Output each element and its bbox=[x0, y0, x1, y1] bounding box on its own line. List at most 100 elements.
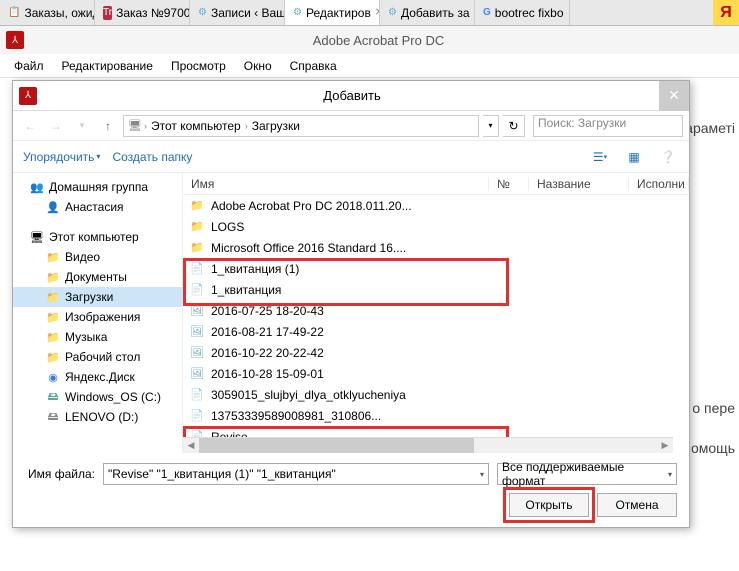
bg-text: о пере bbox=[692, 400, 735, 416]
file-browser-pane: 👥Домашняя группа 👤Анастасия 🖥Этот компью… bbox=[13, 173, 689, 453]
chevron-down-icon[interactable]: ▾ bbox=[480, 470, 484, 479]
col-no[interactable]: № bbox=[489, 177, 529, 191]
nav-user[interactable]: 👤Анастасия bbox=[13, 197, 182, 217]
tab-order-9700[interactable]: TrЗаказ №9700 bbox=[95, 0, 190, 25]
file-row[interactable]: 📄 1_квитанция bbox=[183, 279, 689, 300]
folder-icon: 📁 bbox=[189, 240, 205, 256]
folder-icon: 📁 bbox=[189, 198, 205, 214]
refresh-button[interactable]: ↻ bbox=[503, 115, 525, 137]
file-name: 2016-10-28 15-09-01 bbox=[211, 367, 689, 381]
file-name: 1_квитанция bbox=[211, 283, 689, 297]
file-row[interactable]: 🖼2016-10-22 20-22-42 bbox=[183, 342, 689, 363]
tab-edit[interactable]: ⚙Редактиров✕ bbox=[285, 0, 380, 25]
tab-label: Заказ №9700 bbox=[116, 6, 190, 20]
folder-icon: 📁 bbox=[45, 269, 61, 285]
new-folder-button[interactable]: Создать папку bbox=[112, 150, 192, 164]
organize-menu[interactable]: Упорядочить ▾ bbox=[23, 150, 100, 164]
menu-bar: Файл Редактирование Просмотр Окно Справк… bbox=[0, 54, 739, 78]
pdf-icon: 📄 bbox=[189, 282, 205, 298]
up-button[interactable]: ↑ bbox=[97, 115, 119, 137]
menu-help[interactable]: Справка bbox=[282, 57, 345, 75]
nav-lenovo[interactable]: 🖴LENOVO (D:) bbox=[13, 407, 182, 427]
open-button[interactable]: Открыть bbox=[509, 493, 589, 517]
file-type-select[interactable]: Все поддерживаемые формат▾ bbox=[497, 463, 677, 485]
tab-add[interactable]: ⚙Добавить за bbox=[380, 0, 475, 25]
filename-input[interactable]: "Revise" "1_квитанция (1)" "1_квитанция"… bbox=[103, 463, 489, 485]
col-title[interactable]: Название bbox=[529, 177, 629, 191]
nav-homegroup[interactable]: 👥Домашняя группа bbox=[13, 177, 182, 197]
back-button[interactable]: ← bbox=[19, 115, 41, 137]
file-row[interactable]: 🖼2016-07-25 18-20-43 bbox=[183, 300, 689, 321]
tab-label: bootrec fixbo bbox=[495, 6, 564, 20]
file-row[interactable]: 🖼2016-08-21 17-49-22 bbox=[183, 321, 689, 342]
tab-icon: 📋 bbox=[8, 6, 20, 20]
image-icon: 🖼 bbox=[189, 366, 205, 382]
nav-yadisk[interactable]: ◉Яндекс.Диск bbox=[13, 367, 182, 387]
image-icon: 🖼 bbox=[189, 303, 205, 319]
col-perf[interactable]: Исполни bbox=[629, 177, 689, 191]
nav-desktop[interactable]: 📁Рабочий стол bbox=[13, 347, 182, 367]
recent-button[interactable]: ▾ bbox=[71, 115, 93, 137]
nav-tree[interactable]: 👥Домашняя группа 👤Анастасия 🖥Этот компью… bbox=[13, 173, 183, 453]
pc-icon: 🖥 bbox=[29, 229, 45, 245]
open-file-dialog: ⅄ Добавить ✕ ← → ▾ ↑ 🖥 › Этот компьютер … bbox=[12, 80, 690, 528]
view-mode-button[interactable]: ☰ ▾ bbox=[589, 146, 611, 168]
forward-button[interactable]: → bbox=[45, 115, 67, 137]
yadisk-icon: ◉ bbox=[45, 369, 61, 385]
preview-pane-button[interactable]: ▦ bbox=[623, 146, 645, 168]
folder-icon: 📁 bbox=[45, 289, 61, 305]
menu-window[interactable]: Окно bbox=[236, 57, 280, 75]
scroll-left-icon[interactable]: ◀ bbox=[183, 438, 199, 453]
nav-music[interactable]: 📁Музыка bbox=[13, 327, 182, 347]
app-title: Adobe Acrobat Pro DC bbox=[24, 33, 733, 48]
tab-bootrec[interactable]: Gbootrec fixbo bbox=[475, 0, 570, 25]
scroll-right-icon[interactable]: ▶ bbox=[657, 438, 673, 453]
menu-file[interactable]: Файл bbox=[6, 57, 52, 75]
file-row[interactable]: 🖼 2016-10-28 15-09-01 bbox=[183, 363, 689, 384]
nav-this-pc[interactable]: 🖥Этот компьютер bbox=[13, 227, 182, 247]
file-row[interactable]: 📄3059015_slujbyi_dlya_otklyucheniya bbox=[183, 384, 689, 405]
help-button[interactable]: ❔ bbox=[657, 146, 679, 168]
search-input[interactable]: Поиск: Загрузки bbox=[533, 115, 683, 137]
file-row[interactable]: 📁Microsoft Office 2016 Standard 16.... bbox=[183, 237, 689, 258]
nav-pictures[interactable]: 📁Изображения bbox=[13, 307, 182, 327]
menu-view[interactable]: Просмотр bbox=[163, 57, 234, 75]
cancel-button[interactable]: Отмена bbox=[597, 493, 677, 517]
dialog-titlebar: ⅄ Добавить ✕ bbox=[13, 81, 689, 111]
folder-icon: 📁 bbox=[45, 329, 61, 345]
breadcrumb-segment[interactable]: Загрузки bbox=[250, 119, 302, 133]
file-name: 13753339589008981_310806... bbox=[211, 409, 689, 423]
nav-video[interactable]: 📁Видео bbox=[13, 247, 182, 267]
close-button[interactable]: ✕ bbox=[659, 81, 689, 111]
address-bar: ← → ▾ ↑ 🖥 › Этот компьютер › Загрузки ▾ … bbox=[13, 111, 689, 141]
chevron-down-icon[interactable]: ▾ bbox=[668, 470, 672, 479]
col-name[interactable]: Имя bbox=[183, 177, 489, 191]
file-row[interactable]: 📁LOGS bbox=[183, 216, 689, 237]
horizontal-scrollbar[interactable]: ◀ ▶ bbox=[183, 437, 673, 453]
file-row[interactable]: 📄13753339589008981_310806... bbox=[183, 405, 689, 426]
folder-icon: 📁 bbox=[45, 349, 61, 365]
tab-posts[interactable]: ⚙Записи ‹ Ваш bbox=[190, 0, 285, 25]
breadcrumb-segment[interactable]: Этот компьютер bbox=[149, 119, 243, 133]
file-row[interactable]: 📁 Adobe Acrobat Pro DC 2018.011.20... bbox=[183, 195, 689, 216]
nav-win-os[interactable]: 🖴Windows_OS (C:) bbox=[13, 387, 182, 407]
person-icon: 👤 bbox=[45, 199, 61, 215]
menu-edit[interactable]: Редактирование bbox=[54, 57, 161, 75]
file-name: Adobe Acrobat Pro DC 2018.011.20... bbox=[211, 199, 689, 213]
scroll-thumb[interactable] bbox=[199, 438, 474, 453]
path-dropdown[interactable]: ▾ bbox=[483, 115, 499, 137]
breadcrumb[interactable]: 🖥 › Этот компьютер › Загрузки bbox=[123, 115, 479, 137]
nav-downloads[interactable]: 📁Загрузки bbox=[13, 287, 182, 307]
acrobat-logo-icon: ⅄ bbox=[19, 87, 37, 105]
yandex-button[interactable]: Я bbox=[713, 0, 739, 25]
folder-icon: 📁 bbox=[45, 309, 61, 325]
tab-label: Заказы, ожид bbox=[24, 6, 95, 20]
pc-icon: 🖥 bbox=[128, 119, 142, 132]
file-name: 1_квитанция (1) bbox=[211, 262, 689, 276]
nav-documents[interactable]: 📁Документы bbox=[13, 267, 182, 287]
file-row[interactable]: 📄1_квитанция (1) bbox=[183, 258, 689, 279]
file-name: 2016-08-21 17-49-22 bbox=[211, 325, 689, 339]
tab-orders[interactable]: 📋 Заказы, ожид bbox=[0, 0, 95, 25]
acrobat-logo-icon: ⅄ bbox=[6, 31, 24, 49]
app-titlebar: ⅄ Adobe Acrobat Pro DC bbox=[0, 26, 739, 54]
